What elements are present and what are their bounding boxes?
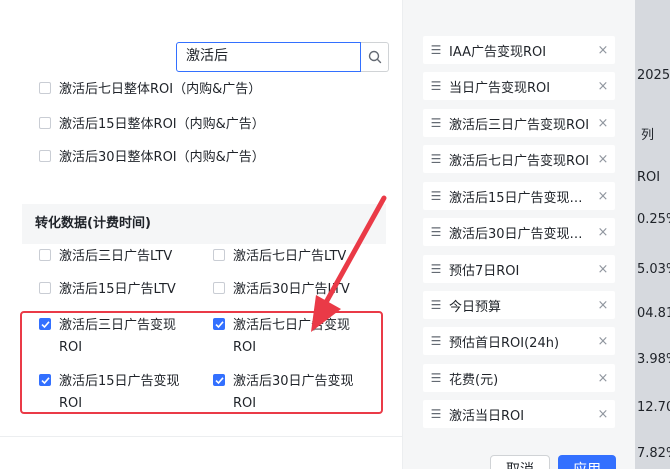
- option-label: 激活后15日广告LTV: [59, 282, 176, 297]
- selected-column-label: 当日广告变现ROI: [449, 80, 551, 96]
- search-bar: 激活后: [176, 42, 389, 72]
- option-label: 激活后30日整体ROI（内购&广告）: [59, 150, 265, 165]
- drag-handle-icon[interactable]: ☰: [423, 189, 449, 203]
- checkbox[interactable]: [39, 150, 51, 162]
- selected-column-item[interactable]: ☰ 激活后30日广告变现ROI ×: [423, 218, 615, 246]
- selected-column-item[interactable]: ☰ 激活后15日广告变现ROI ×: [423, 182, 615, 210]
- checkbox[interactable]: [39, 82, 51, 94]
- section-header-conversion: 转化数据(计费时间): [22, 204, 386, 244]
- selected-column-item[interactable]: ☰ IAA广告变现ROI ×: [423, 36, 615, 64]
- selected-column-label: 激活后三日广告变现ROI: [449, 117, 590, 133]
- checkbox[interactable]: [213, 249, 225, 261]
- selected-column-label: 今日预算: [449, 299, 502, 315]
- selected-column-label: 激活后15日广告变现ROI: [449, 190, 591, 206]
- drag-handle-icon[interactable]: ☰: [423, 116, 449, 130]
- selected-column-label: 激活当日ROI: [449, 408, 525, 424]
- close-icon[interactable]: ×: [591, 407, 615, 422]
- drag-handle-icon[interactable]: ☰: [423, 152, 449, 166]
- footer-divider: [0, 436, 402, 437]
- close-icon[interactable]: ×: [591, 298, 615, 313]
- close-icon[interactable]: ×: [591, 152, 615, 167]
- close-icon[interactable]: ×: [591, 371, 615, 386]
- search-input[interactable]: 激活后: [176, 42, 361, 72]
- close-icon[interactable]: ×: [591, 334, 615, 349]
- option-roi-30d[interactable]: 激活后30日整体ROI（内购&广告）: [39, 147, 339, 169]
- drag-handle-icon[interactable]: ☰: [423, 334, 449, 348]
- selected-column-label: 激活后七日广告变现ROI: [449, 153, 590, 169]
- background-cell: 列: [641, 128, 655, 143]
- option-ltv-3d[interactable]: 激活后三日广告LTV: [39, 246, 187, 268]
- option-label: 激活后七日广告LTV: [233, 249, 347, 264]
- search-button[interactable]: [361, 42, 389, 72]
- option-roi-7d[interactable]: 激活后七日整体ROI（内购&广告）: [39, 80, 339, 101]
- selected-column-item[interactable]: ☰ 预估首日ROI(24h) ×: [423, 327, 615, 355]
- apply-button[interactable]: 应用: [558, 455, 616, 469]
- selected-column-label: 预估7日ROI: [449, 263, 520, 279]
- background-cell: 0.25%: [637, 212, 670, 227]
- drag-handle-icon[interactable]: ☰: [423, 371, 449, 385]
- selected-column-item[interactable]: ☰ 当日广告变现ROI ×: [423, 72, 615, 100]
- close-icon[interactable]: ×: [591, 262, 615, 277]
- selected-column-label: 花费(元): [449, 372, 499, 388]
- background-cell: ROI: [637, 170, 661, 185]
- checkbox[interactable]: [213, 282, 225, 294]
- selected-columns-panel: ☰ IAA广告变现ROI × ☰ 当日广告变现ROI × ☰ 激活后三日广告变现…: [403, 0, 635, 469]
- close-icon[interactable]: ×: [591, 225, 615, 240]
- close-icon[interactable]: ×: [591, 189, 615, 204]
- option-ltv-30d[interactable]: 激活后30日广告LTV: [213, 279, 361, 301]
- background-cell: 04.81%: [637, 306, 670, 321]
- background-cell: 2025: [637, 68, 670, 83]
- background-cell: 3.98%: [637, 352, 670, 367]
- option-label: 激活后七日整体ROI（内购&广告）: [59, 82, 262, 97]
- search-icon: [368, 50, 381, 64]
- option-label: 激活后三日广告LTV: [59, 249, 173, 264]
- selected-column-item[interactable]: ☰ 预估7日ROI ×: [423, 255, 615, 283]
- drag-handle-icon[interactable]: ☰: [423, 407, 449, 421]
- drag-handle-icon[interactable]: ☰: [423, 225, 449, 239]
- background-cell: 12.70%: [637, 400, 670, 415]
- selected-column-item[interactable]: ☰ 今日预算 ×: [423, 291, 615, 319]
- drag-handle-icon[interactable]: ☰: [423, 262, 449, 276]
- selected-column-item[interactable]: ☰ 花费(元) ×: [423, 364, 615, 392]
- checkbox[interactable]: [39, 282, 51, 294]
- cancel-button[interactable]: 取消: [490, 455, 550, 469]
- option-label: 激活后15日整体ROI（内购&广告）: [59, 117, 265, 132]
- drag-handle-icon[interactable]: ☰: [423, 298, 449, 312]
- option-label: 激活后30日广告LTV: [233, 282, 350, 297]
- close-icon[interactable]: ×: [591, 116, 615, 131]
- selected-column-label: 激活后30日广告变现ROI: [449, 226, 591, 242]
- background-cell: 5.03%: [637, 262, 670, 277]
- checkbox[interactable]: [39, 249, 51, 261]
- highlight-annotation-box: [20, 311, 383, 414]
- option-ltv-7d[interactable]: 激活后七日广告LTV: [213, 246, 361, 268]
- selected-column-item[interactable]: ☰ 激活后七日广告变现ROI ×: [423, 145, 615, 173]
- close-icon[interactable]: ×: [591, 43, 615, 58]
- selected-column-item[interactable]: ☰ 激活后三日广告变现ROI ×: [423, 109, 615, 137]
- option-ltv-15d[interactable]: 激活后15日广告LTV: [39, 279, 187, 301]
- selected-column-item[interactable]: ☰ 激活当日ROI ×: [423, 400, 615, 428]
- selected-column-label: IAA广告变现ROI: [449, 44, 547, 60]
- background-cell: 7.82%: [637, 446, 670, 461]
- selected-column-label: 预估首日ROI(24h): [449, 335, 560, 351]
- option-roi-15d[interactable]: 激活后15日整体ROI（内购&广告）: [39, 114, 339, 136]
- drag-handle-icon[interactable]: ☰: [423, 79, 449, 93]
- checkbox[interactable]: [39, 117, 51, 129]
- close-icon[interactable]: ×: [591, 79, 615, 94]
- drag-handle-icon[interactable]: ☰: [423, 43, 449, 57]
- background-table-strip: 2025 列 ROI 0.25% 5.03% 04.81% 3.98% 12.7…: [635, 0, 670, 469]
